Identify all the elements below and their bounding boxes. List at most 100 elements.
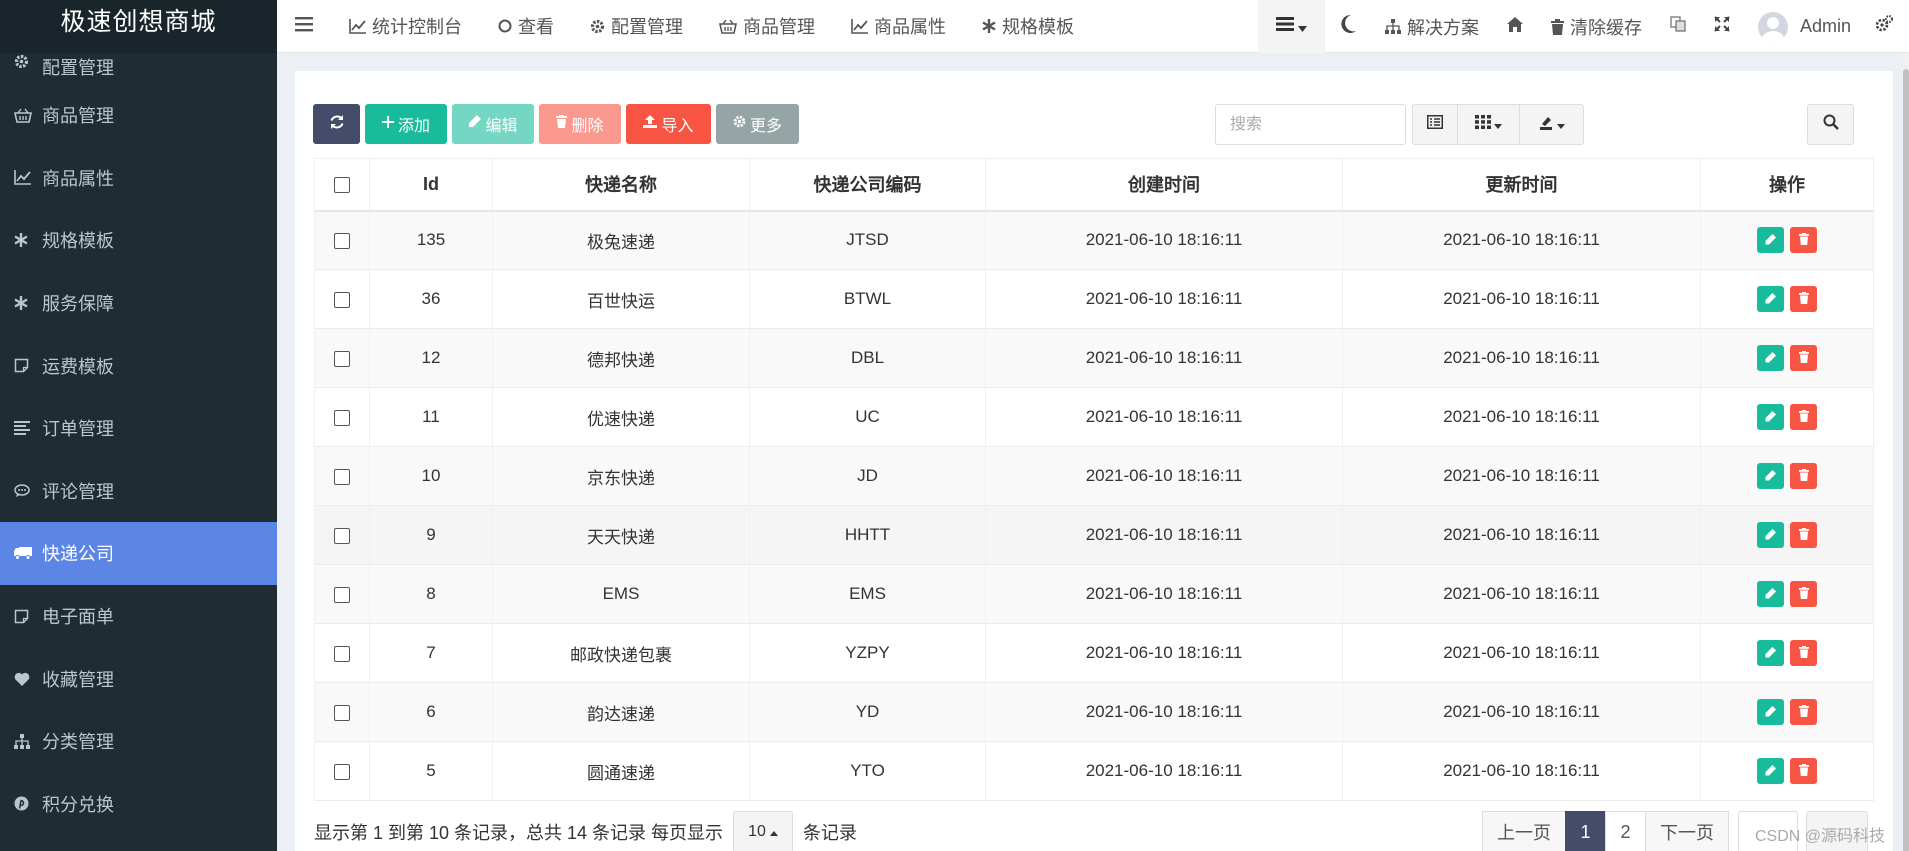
sidebar-item-2[interactable]: 商品属性 (0, 147, 277, 210)
sidebar-item-8[interactable]: 快递公司 (0, 522, 277, 585)
table-row[interactable]: 8 EMS EMS 2021-06-10 18:16:11 2021-06-10 18:… (314, 564, 1874, 624)
basket-icon (719, 19, 737, 34)
home-button[interactable] (1493, 0, 1537, 53)
row-delete-button[interactable] (1790, 581, 1817, 607)
table-row[interactable]: 6 韵达速递 YD 2021-06-10 18:16:11 2021-06-10 18:… (314, 682, 1874, 742)
row-checkbox[interactable] (334, 350, 350, 367)
row-delete-button[interactable] (1790, 522, 1817, 548)
row-checkbox[interactable] (334, 409, 350, 426)
row-delete-button[interactable] (1790, 345, 1817, 371)
search-input[interactable] (1215, 104, 1406, 145)
row-checkbox[interactable] (334, 527, 350, 544)
page-button-1[interactable]: 1 (1565, 811, 1606, 851)
table-row[interactable]: 5 圆通速递 YTO 2021-06-10 18:16:11 2021-06-10 18… (314, 741, 1874, 801)
fullscreen-button[interactable] (1700, 0, 1744, 53)
column-header-created[interactable]: 创建时间 (985, 158, 1343, 212)
table-row[interactable]: 135 极兔速递 JTSD 2021-06-10 18:16:11 2021-06-10… (314, 210, 1874, 270)
plus-icon (381, 115, 394, 133)
sidebar-item-4[interactable]: 服务保障 (0, 272, 277, 335)
sidebar-item-12[interactable]: 积分兑换 (0, 773, 277, 836)
table-row[interactable]: 7 邮政快递包裹 YZPY 2021-06-10 18:16:11 2021-06-10… (314, 623, 1874, 683)
row-edit-button[interactable] (1757, 699, 1784, 725)
sidebar-item-3[interactable]: 规格模板 (0, 209, 277, 272)
top-nav-item-5[interactable]: 规格模板 (964, 0, 1092, 53)
row-edit-button[interactable] (1757, 522, 1784, 548)
row-checkbox[interactable] (334, 468, 350, 485)
sidebar-item-7[interactable]: 评论管理 (0, 460, 277, 523)
delete-button[interactable]: 删除 (539, 104, 621, 144)
export-dropdown[interactable] (1520, 105, 1583, 144)
row-delete-button[interactable] (1790, 758, 1817, 784)
pagination-info: 显示第 1 到第 10 条记录，总共 14 条记录 每页显示 10 条记录 (314, 811, 857, 851)
row-edit-button[interactable] (1757, 463, 1784, 489)
page-size-dropdown[interactable]: 10 (733, 811, 793, 851)
row-checkbox[interactable] (334, 645, 350, 662)
table-row[interactable]: 12 德邦快递 DBL 2021-06-10 18:16:11 2021-06-10 1… (314, 328, 1874, 388)
sidebar-toggle-button[interactable] (277, 0, 331, 53)
add-button[interactable]: 添加 (365, 104, 447, 144)
clear-cache-button[interactable]: 清除缓存 (1537, 0, 1656, 53)
nav-mode-dropdown[interactable] (1257, 0, 1325, 53)
top-nav-item-0[interactable]: 统计控制台 (331, 0, 480, 53)
row-checkbox[interactable] (334, 232, 350, 249)
row-edit-button[interactable] (1757, 581, 1784, 607)
row-edit-button[interactable] (1757, 345, 1784, 371)
table-row[interactable]: 36 百世快运 BTWL 2021-06-10 18:16:11 2021-06-10 … (314, 269, 1874, 329)
row-delete-button[interactable] (1790, 404, 1817, 430)
scrollbar-thumb[interactable] (1903, 69, 1909, 851)
next-page-button[interactable]: 下一页 (1645, 811, 1729, 851)
row-checkbox[interactable] (334, 291, 350, 308)
row-edit-button[interactable] (1757, 286, 1784, 312)
trash-icon (1798, 761, 1809, 781)
prev-page-button[interactable]: 上一页 (1482, 811, 1566, 851)
row-edit-button[interactable] (1757, 404, 1784, 430)
settings-button[interactable] (1869, 0, 1909, 53)
top-nav-item-2[interactable]: 配置管理 (572, 0, 701, 53)
sidebar-item-1[interactable]: 商品管理 (0, 84, 277, 147)
card-view-button[interactable] (1413, 105, 1458, 144)
row-checkbox[interactable] (334, 763, 350, 780)
column-header-code[interactable]: 快递公司编码 (749, 158, 986, 212)
select-all-checkbox[interactable] (334, 177, 350, 193)
top-nav-item-4[interactable]: 商品属性 (833, 0, 964, 53)
column-header-name[interactable]: 快递名称 (492, 158, 750, 212)
row-checkbox[interactable] (334, 704, 350, 721)
column-header-updated[interactable]: 更新时间 (1342, 158, 1701, 212)
sidebar-item-0[interactable]: 配置管理 (0, 32, 277, 84)
page-scrollbar[interactable] (1903, 53, 1909, 851)
dark-mode-toggle[interactable] (1325, 0, 1371, 53)
more-button[interactable]: 更多 (716, 104, 799, 144)
search-button[interactable] (1807, 104, 1854, 145)
row-delete-button[interactable] (1790, 286, 1817, 312)
top-nav-item-3[interactable]: 商品管理 (701, 0, 833, 53)
refresh-button[interactable] (313, 104, 360, 144)
sidebar-item-label: 收藏管理 (42, 669, 114, 690)
top-nav-item-1[interactable]: 查看 (480, 0, 572, 53)
clear-cache-label: 清除缓存 (1569, 17, 1642, 38)
import-button[interactable]: 导入 (626, 104, 711, 144)
row-delete-button[interactable] (1790, 463, 1817, 489)
page-button-2[interactable]: 2 (1605, 811, 1646, 851)
sidebar-item-10[interactable]: 收藏管理 (0, 647, 277, 710)
user-menu[interactable]: Admin (1744, 0, 1869, 53)
edit-button[interactable]: 编辑 (452, 104, 534, 144)
row-delete-button[interactable] (1790, 640, 1817, 666)
sidebar-item-11[interactable]: 分类管理 (0, 710, 277, 773)
table-row[interactable]: 11 优速快递 UC 2021-06-10 18:16:11 2021-06-10 18… (314, 387, 1874, 447)
sidebar-item-5[interactable]: 运费模板 (0, 334, 277, 397)
row-edit-button[interactable] (1757, 758, 1784, 784)
language-button[interactable] (1656, 0, 1700, 53)
sidebar-item-6[interactable]: 订单管理 (0, 397, 277, 460)
columns-dropdown[interactable] (1458, 105, 1520, 144)
row-checkbox[interactable] (334, 586, 350, 603)
row-delete-button[interactable] (1790, 699, 1817, 725)
column-header-id[interactable]: Id (369, 158, 493, 212)
sidebar-item-9[interactable]: 电子面单 (0, 585, 277, 648)
row-edit-button[interactable] (1757, 640, 1784, 666)
solutions-link[interactable]: 解决方案 (1371, 0, 1493, 53)
table-row[interactable]: 9 天天快递 HHTT 2021-06-10 18:16:11 2021-06-10 1… (314, 505, 1874, 565)
row-delete-button[interactable] (1790, 227, 1817, 254)
table-row[interactable]: 10 京东快递 JD 2021-06-10 18:16:11 2021-06-10 18… (314, 446, 1874, 506)
row-edit-button[interactable] (1757, 227, 1784, 254)
caret-down-icon (1297, 16, 1307, 37)
